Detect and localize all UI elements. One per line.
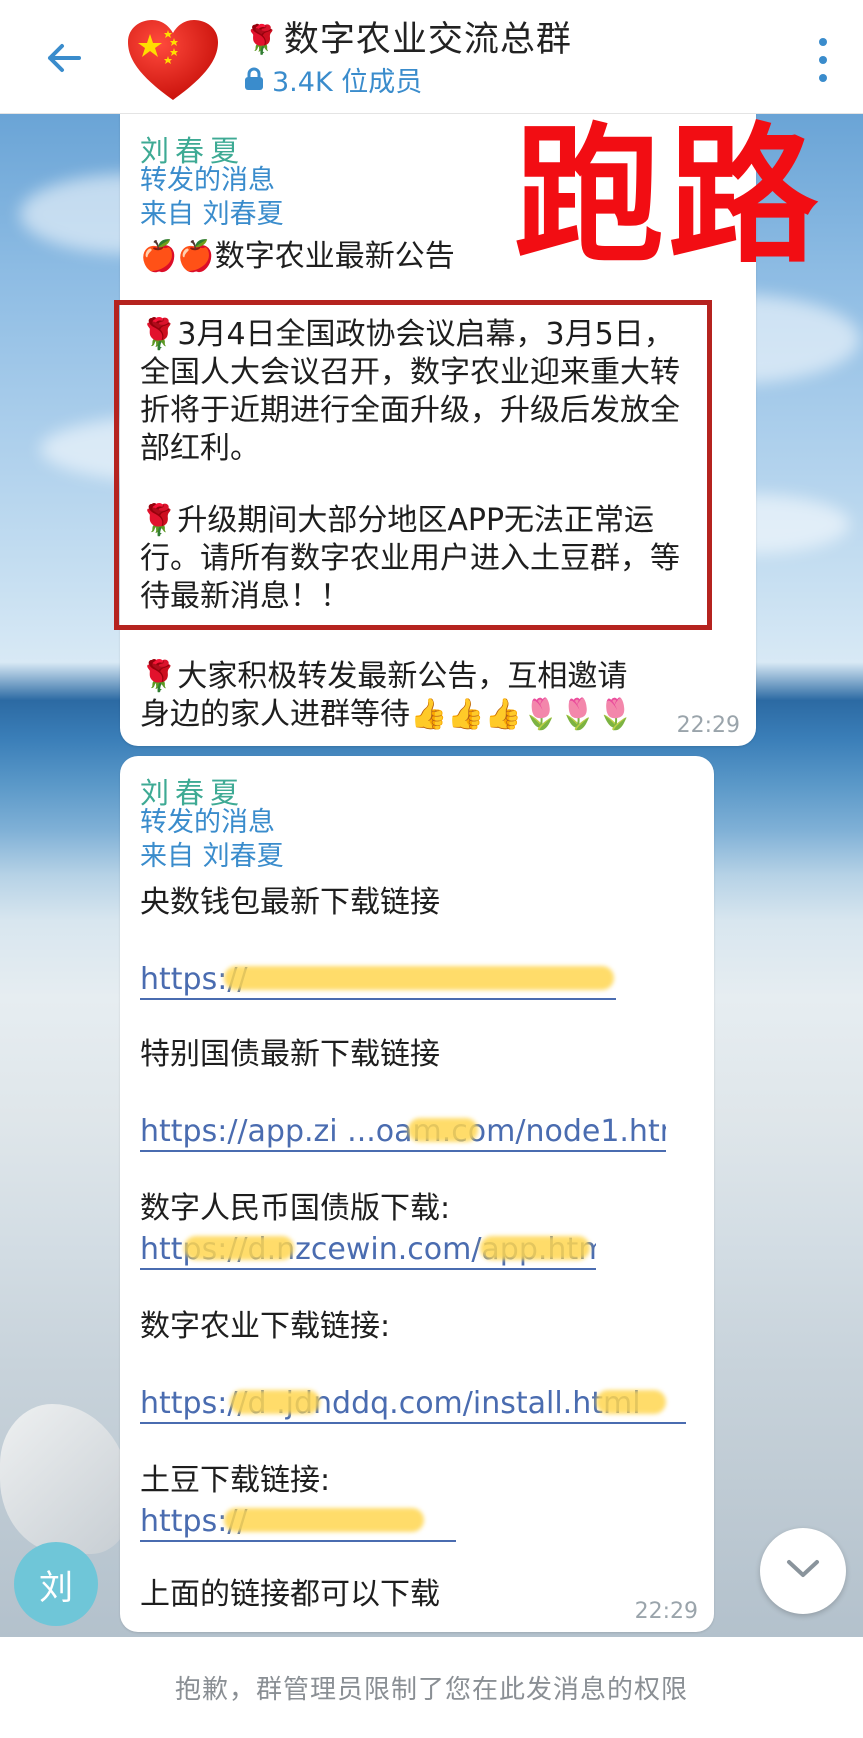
chat-title: 🌹 数字农业交流总群 bbox=[244, 18, 572, 62]
redaction-mask bbox=[230, 1390, 320, 1414]
redaction-mask bbox=[224, 966, 614, 990]
chat-title-text: 数字农业交流总群 bbox=[283, 20, 572, 60]
watermark-text: 跑路 bbox=[514, 110, 823, 284]
chat-title-block[interactable]: 🌹 数字农业交流总群 3.4K 位成员 bbox=[244, 18, 572, 100]
announcement-paragraph: 🌹升级期间大部分地区APP无法正常运行。请所有数字农业用户进入土豆群，等待最新消… bbox=[140, 503, 680, 614]
link-label: 数字农业下载链接: bbox=[140, 1309, 391, 1344]
redaction-mask bbox=[184, 1236, 294, 1260]
link-label: 央数钱包最新下载链接 bbox=[140, 885, 440, 920]
lock-icon bbox=[244, 66, 264, 100]
message-time: 22:29 bbox=[634, 1599, 698, 1624]
announcement-paragraph: 🌹3月4日全国政协会议启幕，3月5日，全国人大会议召开，数字农业迎来重大转折将于… bbox=[140, 317, 680, 466]
more-options-icon[interactable] bbox=[811, 38, 835, 82]
redaction-mask bbox=[408, 1118, 478, 1142]
redaction-mask bbox=[596, 1390, 666, 1414]
forward-label: 转发的消息 bbox=[140, 165, 275, 196]
member-count: 3.4K 位成员 bbox=[244, 66, 572, 100]
announcement-paragraph: 🌹大家积极转发最新公告，互相邀请身边的家人进群等待👍👍👍🌷🌷🌷 bbox=[140, 659, 635, 732]
chevron-down-icon bbox=[786, 1559, 820, 1583]
link-label: 土豆下载链接: bbox=[140, 1463, 331, 1498]
chat-header: 🌹 数字农业交流总群 3.4K 位成员 bbox=[0, 0, 863, 114]
link-label: 数字人民币国债版下载: bbox=[140, 1191, 451, 1226]
rose-icon: 🌹 bbox=[244, 23, 280, 56]
redaction-mask bbox=[480, 1236, 590, 1260]
member-count-text: 3.4K 位成员 bbox=[272, 67, 423, 98]
message-bubble[interactable]: 刘春夏 转发的消息 来自 刘春夏 央数钱包最新下载链接 https:// 特别国… bbox=[120, 756, 714, 1632]
restriction-notice: 抱歉，群管理员限制了您在此发消息的权限 bbox=[0, 1637, 863, 1738]
forward-from[interactable]: 来自 刘春夏 bbox=[140, 840, 284, 874]
download-link[interactable]: https://app.zi ...oam.com/node1.html bbox=[140, 1114, 666, 1152]
message-time: 22:29 bbox=[676, 713, 740, 738]
back-arrow-icon[interactable] bbox=[40, 34, 88, 82]
forward-from[interactable]: 来自 刘春夏 bbox=[140, 198, 284, 232]
sender-avatar[interactable]: 刘 bbox=[14, 1542, 98, 1626]
link-label: 特别国债最新下载链接 bbox=[140, 1037, 440, 1072]
seashell-decoration bbox=[0, 1404, 130, 1554]
closing-text: 上面的链接都可以下载 bbox=[140, 1577, 440, 1612]
forward-label: 转发的消息 bbox=[140, 807, 275, 838]
group-avatar[interactable] bbox=[128, 20, 218, 102]
redaction-mask bbox=[224, 1508, 424, 1532]
scroll-down-button[interactable] bbox=[760, 1528, 846, 1614]
